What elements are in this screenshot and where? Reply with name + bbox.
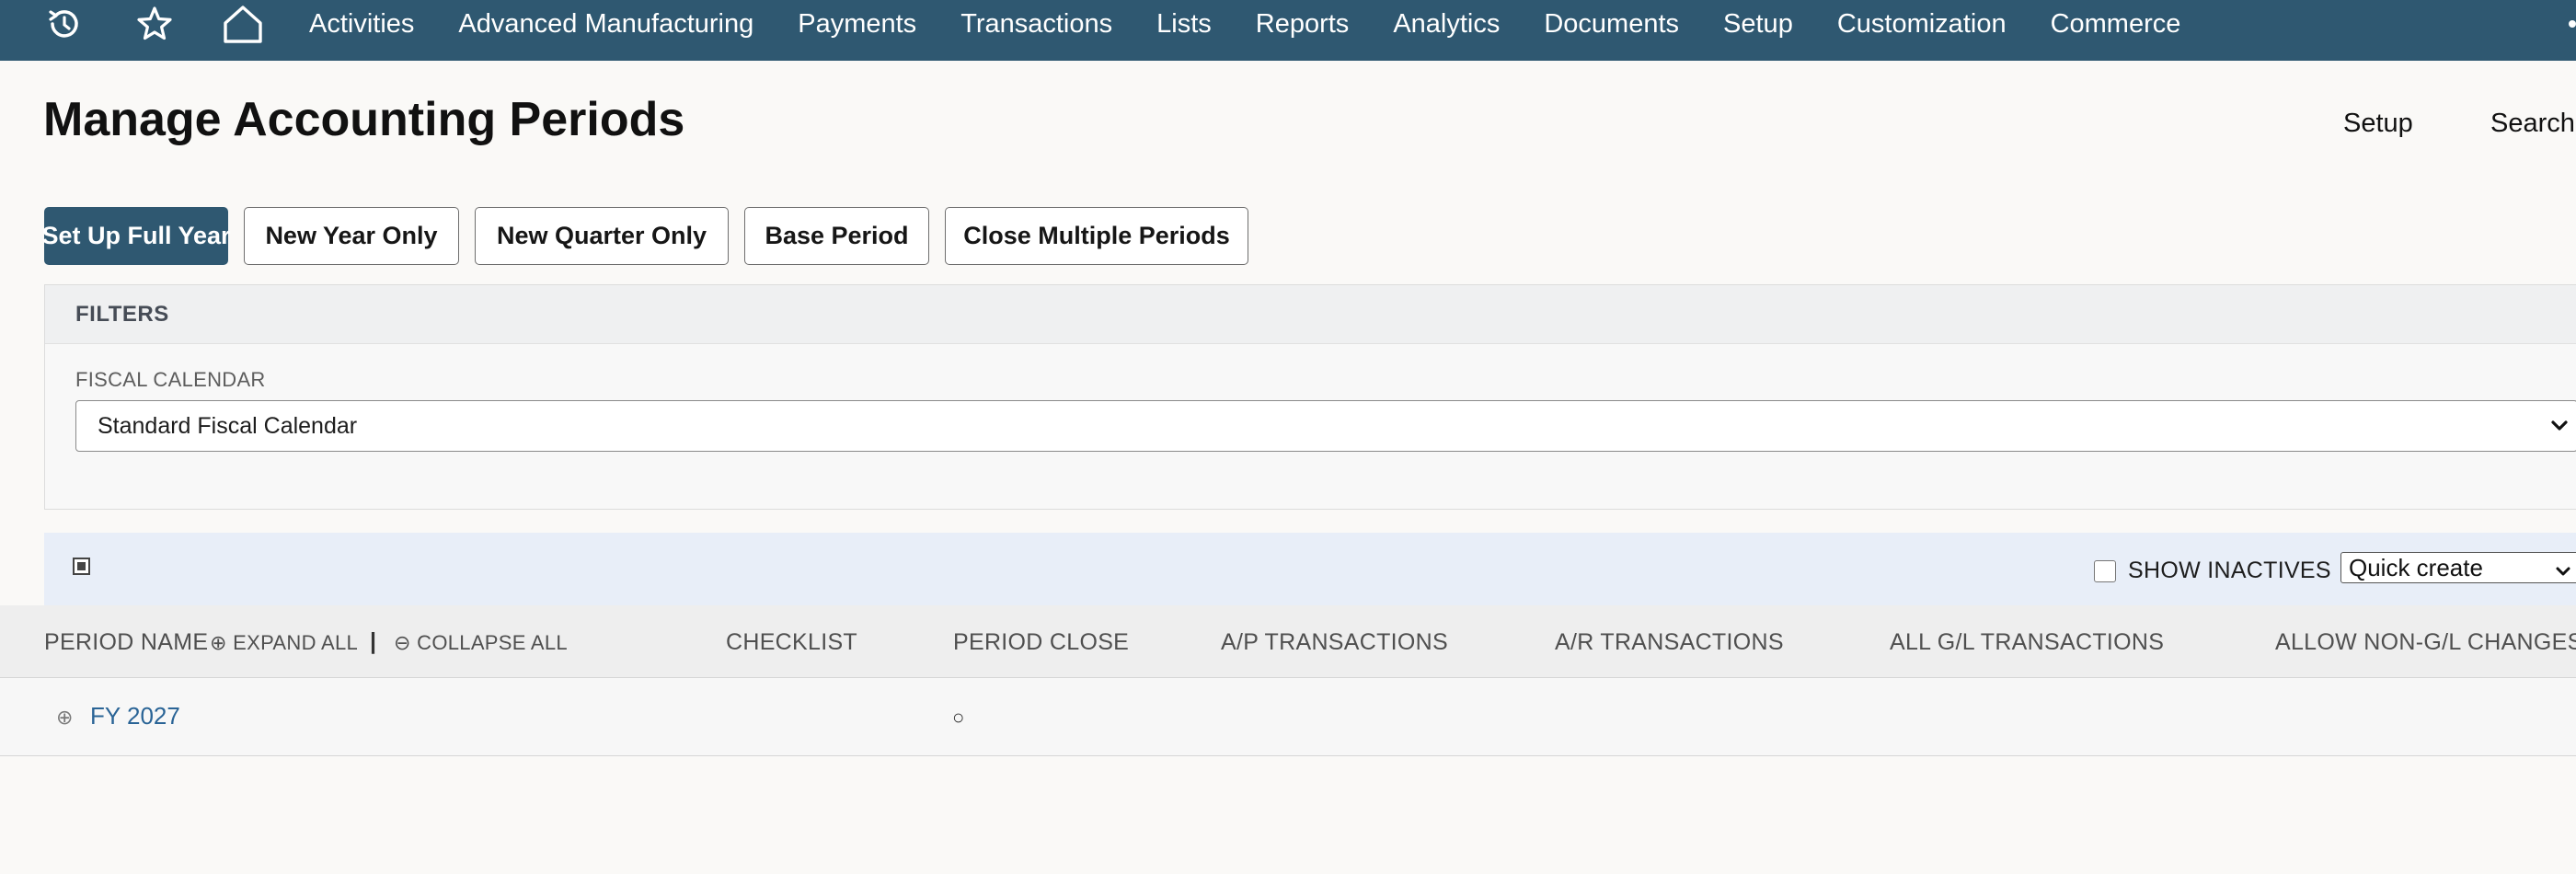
header-separator: | [370,628,376,654]
header-search-link[interactable]: Search [2490,109,2575,139]
list-toolbar: SHOW INACTIVES Quick create [44,533,2576,605]
nav-commerce[interactable]: Commerce [2051,9,2181,40]
nav-reports[interactable]: Reports [1256,9,1350,40]
period-name-link[interactable]: FY 2027 [90,702,180,730]
filters-heading[interactable]: FILTERS [45,285,2576,344]
nav-transactions[interactable]: Transactions [960,9,1112,40]
chevron-down-icon [2553,559,2573,588]
nav-lists[interactable]: Lists [1156,9,1212,40]
fiscal-calendar-select[interactable]: Standard Fiscal Calendar [75,400,2576,452]
show-inactives-label: SHOW INACTIVES [2128,558,2331,583]
header-setup-link[interactable]: Setup [2343,109,2413,139]
nav-documents[interactable]: Documents [1544,9,1679,40]
column-allow-non-gl-changes[interactable]: ALLOW NON-G/L CHANGES [2275,629,2576,656]
filters-panel: FILTERS FISCAL CALENDAR Standard Fiscal … [44,284,2576,510]
fiscal-calendar-value: Standard Fiscal Calendar [98,412,358,439]
column-ap-transactions[interactable]: A/P TRANSACTIONS [1221,629,1448,656]
home-icon[interactable] [215,0,270,48]
new-year-only-button[interactable]: New Year Only [244,207,459,265]
more-menu-icon[interactable] [2569,20,2576,28]
table-row: ⊕ FY 2027 ○ [0,678,2576,756]
column-period-name[interactable]: PERIOD NAME [44,629,208,656]
main-menu: Activities Advanced Manufacturing Paymen… [309,0,2225,48]
expand-row-icon[interactable]: ⊕ [56,706,73,730]
nav-advanced-manufacturing[interactable]: Advanced Manufacturing [458,9,753,40]
quick-create-value: Quick create [2349,553,2483,581]
nav-activities[interactable]: Activities [309,9,414,40]
show-inactives-checkbox[interactable] [2094,559,2116,582]
table-header: PERIOD NAME ⊕ EXPAND ALL | ⊖ COLLAPSE AL… [0,605,2576,678]
set-up-full-year-button[interactable]: Set Up Full Year [41,207,231,265]
star-icon[interactable] [127,0,182,48]
nav-payments[interactable]: Payments [798,9,916,40]
chevron-down-icon [2547,414,2571,444]
close-multiple-periods-button[interactable]: Close Multiple Periods [945,207,1248,265]
nav-customization[interactable]: Customization [1837,9,2007,40]
action-button-row: Set Up Full Year New Year Only New Quart… [41,207,1264,265]
column-checklist[interactable]: CHECKLIST [726,629,857,656]
page-title: Manage Accounting Periods [43,93,685,146]
column-period-close[interactable]: PERIOD CLOSE [953,629,1129,656]
base-period-button[interactable]: Base Period [744,207,929,265]
top-navigation-bar: Activities Advanced Manufacturing Paymen… [0,0,2576,61]
fiscal-calendar-label: FISCAL CALENDAR [75,368,266,391]
quick-create-select[interactable]: Quick create [2340,552,2576,583]
period-close-status-icon: ○ [952,706,965,729]
collapse-all-link[interactable]: ⊖ COLLAPSE ALL [394,631,568,655]
show-inactives-control: SHOW INACTIVES [2094,558,2331,584]
select-all-icon[interactable] [73,558,90,575]
recent-history-icon[interactable] [37,0,92,48]
expand-all-link[interactable]: ⊕ EXPAND ALL [210,631,358,655]
column-all-gl-transactions[interactable]: ALL G/L TRANSACTIONS [1890,629,2164,656]
new-quarter-only-button[interactable]: New Quarter Only [475,207,729,265]
column-ar-transactions[interactable]: A/R TRANSACTIONS [1555,629,1784,656]
nav-setup[interactable]: Setup [1723,9,1793,40]
nav-analytics[interactable]: Analytics [1393,9,1500,40]
